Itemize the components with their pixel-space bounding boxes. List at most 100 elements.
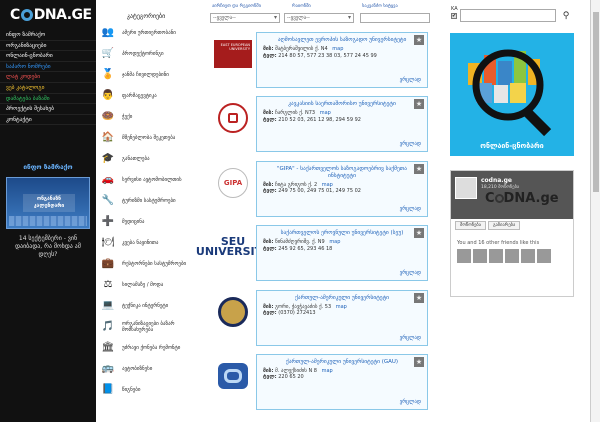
more-link[interactable]: ვრცლად bbox=[400, 270, 421, 276]
city-select[interactable]: --ყველა-- bbox=[284, 13, 354, 23]
nav-item[interactable]: საპარო ნომრები bbox=[0, 62, 96, 73]
map-link[interactable]: map bbox=[336, 304, 347, 310]
nav-item[interactable]: ვებ კატალოგი bbox=[0, 83, 96, 94]
result-phone: ტელ: 210 52 03, 261 12 98, 294 59 92 bbox=[263, 116, 361, 123]
facebook-avatar[interactable] bbox=[455, 177, 477, 199]
nav-item[interactable]: პროექტის შესახებ bbox=[0, 104, 96, 115]
map-link[interactable]: map bbox=[322, 182, 333, 188]
keyword-filter-label: საკვანძო სიტყვა bbox=[362, 4, 398, 9]
map-link[interactable]: map bbox=[322, 368, 333, 374]
calendar-ad-image[interactable]: ონგანაზნ კალენდარი bbox=[6, 177, 90, 230]
category-item[interactable]: 💼 რესტორნები სასტუმროები bbox=[96, 253, 196, 274]
scrollbar[interactable] bbox=[590, 0, 600, 422]
university-logo[interactable] bbox=[213, 98, 253, 138]
facebook-likes-count: 18,210 მოწონება bbox=[481, 185, 520, 190]
university-logo[interactable]: EAST EUROPEAN UNIVERSITY bbox=[213, 34, 253, 74]
university-logo[interactable]: SEU UNIVERSITY bbox=[196, 227, 270, 267]
favorite-star-icon[interactable]: ★ bbox=[414, 99, 424, 110]
map-link[interactable]: map bbox=[332, 46, 343, 52]
map-link[interactable]: map bbox=[320, 110, 331, 116]
friend-avatar[interactable] bbox=[505, 249, 519, 263]
nav-item[interactable]: ორგანიზაციები bbox=[0, 41, 96, 52]
category-item[interactable]: 👥 ამერი ურთიერთობანი bbox=[96, 22, 196, 43]
category-item[interactable]: 🏅 ჯანმა ჩივილდებინი bbox=[96, 64, 196, 85]
category-item[interactable]: 🏠 მშენებლობა შეკეთება bbox=[96, 127, 196, 148]
result-name-link[interactable]: "GIPA" - საქართველოს საზოგადოებრივ საქმე… bbox=[257, 162, 427, 182]
category-item[interactable]: 🏛 უძრავი ქონება რემონტი bbox=[96, 337, 196, 358]
result-name-link[interactable]: ქართულ-ამერიკული უნივერსიტეტი bbox=[257, 291, 427, 304]
language-label: KA bbox=[451, 6, 458, 12]
left-sidebar: C DNA.GE ინფო ზამრაქო ორგანიზაციები ონლაინ-… bbox=[0, 0, 96, 422]
category-item[interactable]: 🚗 სერვისი ავტომობილთის bbox=[96, 169, 196, 190]
facebook-widget: codna.ge 18,210 მოწონება C DNA.ge მოწონებ… bbox=[450, 170, 574, 297]
category-item[interactable]: 🍽 კვება ნაყინითა bbox=[96, 232, 196, 253]
favorite-star-icon[interactable]: ★ bbox=[414, 163, 424, 174]
friend-avatar[interactable] bbox=[537, 249, 551, 263]
result-name-link[interactable]: კავკასიის საერთაშორისო უნივერსიტეტი bbox=[257, 97, 427, 110]
favorite-star-icon[interactable]: ★ bbox=[414, 292, 424, 303]
university-logo[interactable] bbox=[213, 292, 253, 332]
university-logo[interactable] bbox=[213, 356, 253, 396]
result-name-link[interactable]: აღმოსავლეთ ევროპის საზოგადო უნივერსიტეტი bbox=[257, 33, 427, 46]
category-icon: 🏅 bbox=[101, 68, 115, 80]
category-item[interactable]: 🚌 ავტობიზნესი bbox=[96, 358, 196, 379]
more-link[interactable]: ვრცლად bbox=[400, 77, 421, 83]
facebook-cover: codna.ge 18,210 მოწონება C DNA.ge bbox=[451, 171, 573, 219]
university-logo[interactable]: GIPA bbox=[213, 163, 253, 203]
category-icon: 👥 bbox=[101, 26, 115, 38]
category-item[interactable]: 🔧 ტურიზმი სასტუმროები bbox=[96, 190, 196, 211]
friend-avatar[interactable] bbox=[521, 249, 535, 263]
category-item[interactable]: 📘 წიგნები bbox=[96, 379, 196, 400]
scrollbar-thumb[interactable] bbox=[593, 12, 599, 192]
category-item[interactable]: 🍩 ჭექი bbox=[96, 106, 196, 127]
friend-avatar[interactable] bbox=[457, 249, 471, 263]
more-link[interactable]: ვრცლად bbox=[400, 141, 421, 147]
site-logo[interactable]: C DNA.GE bbox=[0, 0, 96, 30]
category-item[interactable]: 🎓 განათლება bbox=[96, 148, 196, 169]
result-name-link[interactable]: საქართველოს ეროვნული უნივერსიტეტი (სეუ) bbox=[257, 226, 427, 239]
search-input[interactable] bbox=[460, 9, 556, 22]
category-label: წიგნები bbox=[122, 386, 141, 393]
more-link[interactable]: ვრცლად bbox=[400, 399, 421, 405]
category-item[interactable]: 🛒 პროდუქტორინგი bbox=[96, 43, 196, 64]
category-item[interactable]: ➕ მედიცინა bbox=[96, 211, 196, 232]
favorite-star-icon[interactable]: ★ bbox=[414, 35, 424, 45]
result-card: "GIPA" - საქართველოს საზოგადოებრივ საქმე… bbox=[256, 160, 428, 217]
category-label: უძრავი ქონება რემონტი bbox=[122, 344, 181, 351]
search-icon[interactable]: ⚲ bbox=[560, 10, 572, 22]
category-select[interactable]: --ყველა-- bbox=[210, 13, 280, 23]
facebook-page-name[interactable]: codna.ge bbox=[481, 177, 512, 184]
facebook-like-button[interactable]: მოწონება bbox=[455, 221, 487, 230]
favorite-star-icon[interactable]: ★ bbox=[414, 228, 424, 239]
category-icon: ⚖ bbox=[103, 278, 113, 290]
keyword-input[interactable] bbox=[360, 13, 430, 23]
nav-item[interactable]: ონლაინ-ცნობარი bbox=[0, 51, 96, 62]
facebook-share-button[interactable]: გაზიარება bbox=[488, 221, 521, 230]
result-name-link[interactable]: ქართულ-ამერიკული უნივერსიტეტი (GAU) bbox=[257, 355, 427, 368]
category-item[interactable]: 💻 ტექნიკა ინტერნეტი bbox=[96, 295, 196, 316]
left-ad-caption[interactable]: 14 სექტემბერი - ვინ დაიბადა, რა მოხდა ამ… bbox=[0, 235, 96, 259]
friend-avatar[interactable] bbox=[473, 249, 487, 263]
language-checkbox[interactable]: ✔ bbox=[451, 13, 457, 19]
category-label: სერვისი ავტომობილთის bbox=[122, 176, 182, 183]
more-link[interactable]: ვრცლად bbox=[400, 335, 421, 341]
map-link[interactable]: map bbox=[329, 239, 340, 245]
category-item[interactable]: 👨 ფარმაცევტიკა bbox=[96, 85, 196, 106]
friend-avatar[interactable] bbox=[489, 249, 503, 263]
more-link[interactable]: ვრცლად bbox=[400, 206, 421, 212]
search-filters: აირჩიეთ და რეგიონში რაიონში საკვანძო სიტ… bbox=[210, 4, 430, 26]
nav-item[interactable]: დამატება ბაზაში bbox=[0, 94, 96, 105]
category-item[interactable]: ⚖ სილამაზე / მოდა bbox=[96, 274, 196, 295]
online-directory-banner[interactable]: ონლაინ-ცნობარი bbox=[450, 33, 574, 156]
category-label: ავტობიზნესი bbox=[122, 365, 153, 372]
category-label: ტურიზმი სასტუმროები bbox=[122, 197, 176, 204]
site-search: KA ✔ ⚲ bbox=[450, 6, 574, 22]
category-label: ჭექი bbox=[122, 113, 133, 120]
favorite-star-icon[interactable]: ★ bbox=[414, 356, 424, 367]
category-item[interactable]: 🎵 ორგანიზაციები ბაზარ მომსახურება bbox=[96, 316, 196, 337]
nav-item[interactable]: ინფო ზამრაქო bbox=[0, 30, 96, 41]
left-ad-title[interactable]: ინფო ზამრაქო bbox=[0, 163, 96, 171]
banner-text: ონლაინ-ცნობარი bbox=[480, 142, 544, 150]
nav-item[interactable]: კონტაქტი bbox=[0, 115, 96, 126]
nav-item[interactable]: ლატ კოდები bbox=[0, 72, 96, 83]
